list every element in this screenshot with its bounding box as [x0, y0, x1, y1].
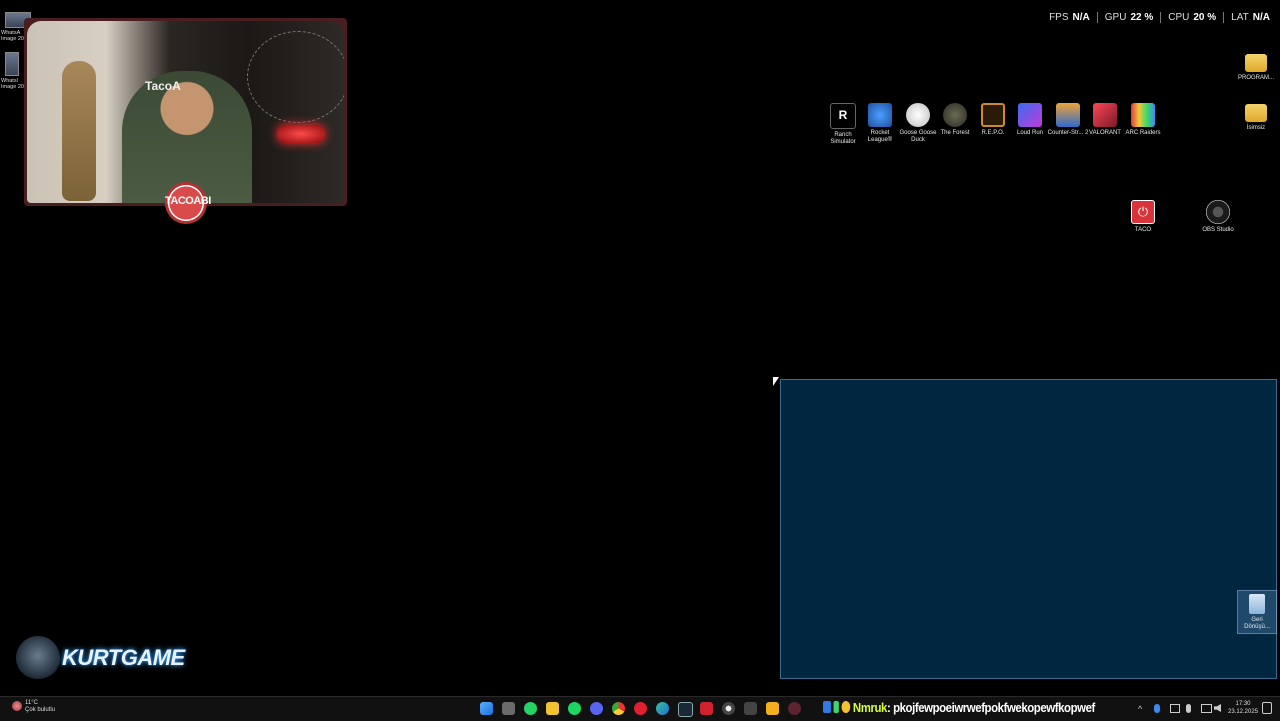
- chat-app-icon: [823, 701, 831, 713]
- desktop-icon-arc-raiders[interactable]: ARC Raiders: [1121, 103, 1165, 137]
- power-icon: ⏻: [1131, 200, 1155, 224]
- desktop-icon-label: ARC Raiders: [1125, 130, 1161, 136]
- stream-logo-text: KURTGAME: [62, 645, 185, 670]
- wooden-statue: [62, 61, 96, 201]
- desktop-icon-label: PROGRAM...: [1237, 75, 1274, 81]
- folder-icon: [1245, 54, 1267, 72]
- chat-ticker: Nmruk: pkojfewpoeiwrwefpokfwekopewfkopwe…: [823, 700, 1095, 715]
- spotify-icon[interactable]: [568, 702, 581, 715]
- loud-run-icon: [1018, 103, 1042, 127]
- desktop-icon-obs-studio[interactable]: OBS Studio: [1196, 200, 1240, 234]
- latency-metric: LAT N/A: [1231, 12, 1270, 23]
- usb-icon[interactable]: [1170, 704, 1180, 713]
- clock-time: 17:30: [1235, 701, 1251, 707]
- red-light: [277, 125, 325, 143]
- desktop-icon-label: Goose Goose Duck: [899, 130, 937, 143]
- chrome-icon[interactable]: [612, 702, 625, 715]
- image-file-icon: [5, 52, 19, 76]
- obs-taskbar-icon[interactable]: [722, 702, 735, 715]
- system-clock[interactable]: 17:30 23.12.2025: [1228, 700, 1258, 716]
- whatsapp-icon[interactable]: [524, 702, 537, 715]
- gpu-metric: GPU 22 %: [1098, 12, 1162, 23]
- folder-icon: [1245, 104, 1267, 122]
- desktop-icon-label: Geri Dönüşü...: [1244, 617, 1270, 630]
- desktop-icon-label: İsimsiz: [1246, 125, 1266, 131]
- edge-icon[interactable]: [656, 702, 669, 715]
- desktop-icon-label: Loud Run: [1016, 130, 1044, 136]
- opera-icon[interactable]: [634, 702, 647, 715]
- red-app-icon[interactable]: [700, 702, 713, 715]
- counter-strike-icon: [1056, 103, 1080, 127]
- stream-logo: KURTGAME: [16, 636, 185, 680]
- webcam-badge: TACOABI: [165, 182, 211, 224]
- desktop-icon-label: R.E.P.O.: [981, 130, 1005, 136]
- file-explorer-icon[interactable]: [546, 702, 559, 715]
- chair-text: TacoA: [145, 79, 181, 93]
- chat-message: : pkojfewpoeiwrwefpokfwekopewfkopwef: [886, 700, 1095, 715]
- weather-widget[interactable]: 11°C Çok bulutlu: [12, 700, 55, 714]
- cpu-metric: CPU 20 %: [1161, 12, 1225, 23]
- task-view-icon[interactable]: [502, 702, 515, 715]
- discord-icon[interactable]: [590, 702, 603, 715]
- weather-temperature: 11°C: [25, 700, 38, 706]
- desktop-icon-label: VALORANT: [1089, 130, 1121, 136]
- repo-icon: [981, 103, 1005, 127]
- desktop-icon-label: OBS Studio: [1202, 227, 1234, 233]
- the-forest-icon: [943, 103, 967, 127]
- bluetooth-icon[interactable]: [1154, 704, 1160, 713]
- wall-art: [247, 31, 344, 123]
- mouse-cursor: [773, 377, 779, 386]
- wolf-icon: [16, 636, 60, 680]
- performance-overlay: FPS N/A GPU 22 % CPU 20 % LAT N/A: [1042, 12, 1270, 23]
- weather-icon: [12, 701, 22, 711]
- desktop-icon-programs-folder[interactable]: PROGRAM...: [1234, 54, 1278, 82]
- coin-icon: [841, 701, 851, 713]
- settings-icon[interactable]: [788, 702, 801, 715]
- check-icon: [833, 701, 839, 713]
- steam-icon[interactable]: [678, 702, 693, 717]
- network-icon[interactable]: [1201, 704, 1212, 713]
- desktop-icon-label: Ranch Simulator: [830, 132, 856, 145]
- weather-description: Çok bulutlu: [25, 707, 56, 713]
- fps-metric: FPS N/A: [1042, 12, 1098, 23]
- desktop-icon-label: TACO: [1134, 227, 1152, 233]
- webcam-overlay: TacoA: [24, 18, 347, 206]
- obs-icon: [1206, 200, 1230, 224]
- desktop-icon-recycle-bin[interactable]: Geri Dönüşü...: [1237, 590, 1277, 634]
- ranch-simulator-icon: R: [830, 103, 856, 129]
- start-icon[interactable]: [480, 702, 493, 715]
- volume-icon[interactable]: [1214, 704, 1221, 712]
- desktop-icon-taco[interactable]: ⏻ TACO: [1121, 200, 1165, 234]
- clock-date: 23.12.2025: [1228, 709, 1259, 715]
- arc-raiders-icon: [1131, 103, 1155, 127]
- game-launcher-icon[interactable]: [766, 702, 779, 715]
- microphone-icon[interactable]: [1186, 704, 1191, 713]
- taskbar: 11°C Çok bulutlu Nmruk: pkojfewpoeiwrwef…: [0, 696, 1280, 721]
- notification-icon[interactable]: [1262, 702, 1272, 714]
- rocket-league-icon: [868, 103, 892, 127]
- tray-chevron-icon[interactable]: ^: [1138, 704, 1142, 714]
- goose-goose-duck-icon: [906, 103, 930, 127]
- chat-username: Nmruk: [852, 700, 887, 715]
- desktop-icon-untitled-folder[interactable]: İsimsiz: [1234, 104, 1278, 132]
- desktop-icon-label: WhatsA Image 20: [1, 30, 24, 42]
- recycle-bin-icon: [1249, 594, 1265, 614]
- desktop-icon-label: Rocket League®: [867, 130, 893, 143]
- webcam-frame: TacoA: [27, 21, 344, 203]
- desktop-icon-label: The Forest: [940, 130, 970, 136]
- desktop-selection-rectangle: [780, 379, 1277, 679]
- desktop-icon-label: Whatsl Image 20: [1, 78, 24, 90]
- terminal-icon[interactable]: [744, 702, 757, 715]
- valorant-icon: [1093, 103, 1117, 127]
